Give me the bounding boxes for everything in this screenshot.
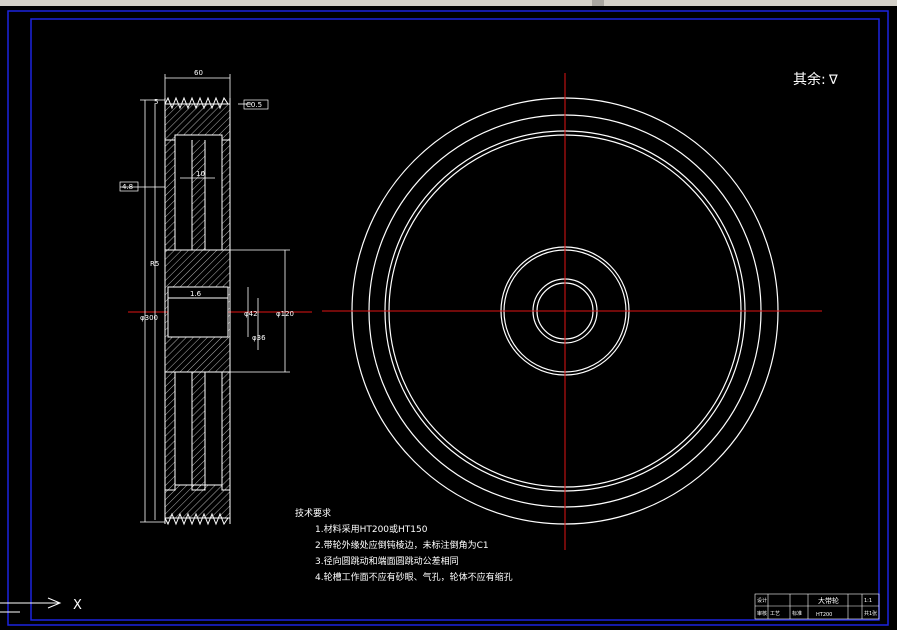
tb-material: HT200 xyxy=(816,612,832,618)
roughness-text: 其余: xyxy=(793,71,826,88)
dim-outer: φ300 xyxy=(140,314,158,322)
upper-spoke-right xyxy=(221,140,231,251)
cad-model-space[interactable]: 其余: ∇ 60 5 C0.5 4.8 10 R5 1.6 φ300 φ42 φ… xyxy=(0,6,897,626)
dim-left-mid: R5 xyxy=(150,260,159,268)
tb-sheet: 共1张 xyxy=(864,610,877,617)
tech-note-2: 2.带轮外缘处应倒钝棱边，未标注倒角为C1 xyxy=(315,539,489,551)
lower-rim-hatch xyxy=(164,484,231,519)
dim-top-small: 5 xyxy=(154,98,158,106)
tb-label-4: 标准 xyxy=(792,610,802,617)
tb-part-name: 大带轮 xyxy=(818,596,839,605)
dim-hub-left: φ36 xyxy=(252,334,266,342)
tech-note-4: 4.轮槽工作面不应有砂眼、气孔，轮体不应有缩孔 xyxy=(315,571,513,583)
dim-bore-inner: φ42 xyxy=(244,310,258,318)
ucs-x-label: X xyxy=(73,598,82,613)
upper-rim-hatch xyxy=(164,103,231,141)
tech-notes: 技术要求 1.材料采用HT200或HT150 2.带轮外缘处应倒钝棱边，未标注倒… xyxy=(295,507,513,583)
dim-right-b: φ120 xyxy=(276,310,294,318)
inner-frame xyxy=(30,18,880,621)
roughness-symbol: ∇ xyxy=(828,73,838,88)
tb-label-1: 设计 xyxy=(757,597,767,604)
lower-spoke-left xyxy=(164,372,176,491)
ucs-icon xyxy=(0,597,62,613)
title-block-texts: 设计 审核 工艺 标准 大带轮 HT200 1:1 共1张 xyxy=(757,596,877,618)
pulley-section-view xyxy=(120,74,312,526)
tb-label-3: 工艺 xyxy=(770,611,780,617)
roughness-note: 其余: ∇ xyxy=(793,71,838,88)
tech-note-3: 3.径向圆跳动和端面圆跳动公差相同 xyxy=(315,555,459,567)
tb-label-2: 审核 xyxy=(757,610,767,617)
lower-spoke-right xyxy=(221,372,231,491)
tech-notes-title: 技术要求 xyxy=(295,507,331,519)
upper-web xyxy=(191,140,206,251)
dim-hub-small: 1.6 xyxy=(190,290,202,298)
pulley-front-view xyxy=(322,73,822,550)
lower-web xyxy=(191,372,206,491)
tb-scale: 1:1 xyxy=(864,598,872,604)
upper-spoke-left xyxy=(164,140,176,251)
dim-groove: C0.5 xyxy=(246,101,262,109)
dim-spoke-left: 4.8 xyxy=(122,183,133,191)
dim-width: 60 xyxy=(194,69,203,77)
dim-spoke-mid: 10 xyxy=(196,170,205,178)
tech-note-1: 1.材料采用HT200或HT150 xyxy=(315,523,428,535)
